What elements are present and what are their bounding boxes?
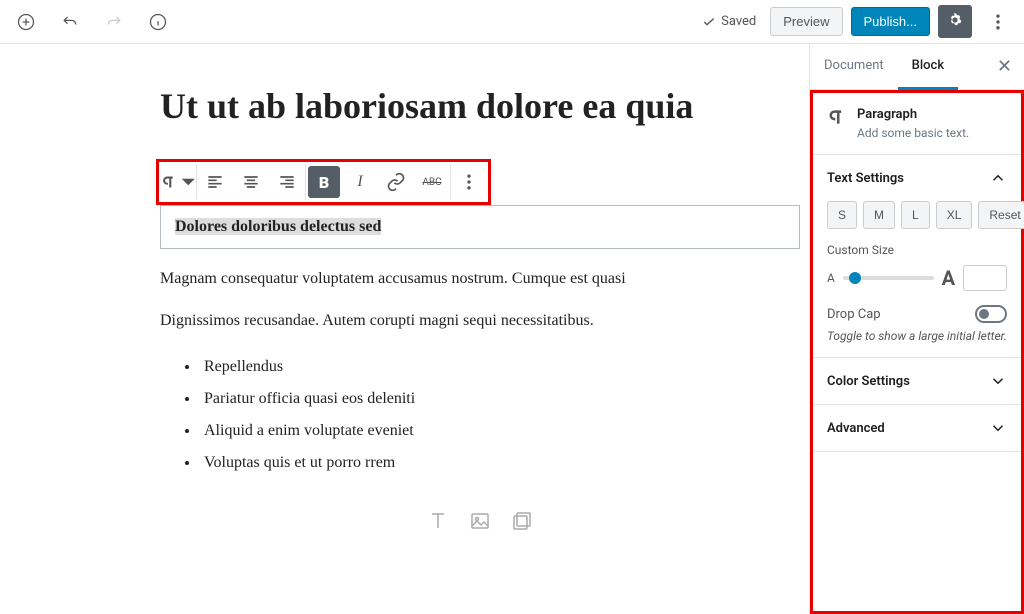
toggle-knob [979,309,989,319]
undo-button[interactable] [52,4,88,40]
tab-document[interactable]: Document [810,44,898,90]
paragraph-block[interactable]: Magnam consequatur voluptatem accusamus … [160,267,800,291]
font-size-presets: S M L XL Reset [827,201,1007,229]
align-right-button[interactable] [269,164,305,200]
insert-gallery-icon[interactable] [510,509,534,533]
color-settings-section: Color Settings [813,358,1021,405]
block-more-button[interactable] [450,164,486,200]
paragraph-icon [827,107,847,127]
block-panel-header: Paragraph Add some basic text. [813,93,1021,155]
sidebar-tabs: Document Block ✕ [810,44,1024,90]
block-toolbar: B I ABC [161,164,486,200]
close-sidebar-button[interactable]: ✕ [991,56,1018,77]
big-a-label: A [942,266,955,290]
selected-paragraph-block[interactable]: Dolores doloribus delectus sed [160,205,800,249]
custom-size-label: Custom Size [827,243,1007,257]
redo-button[interactable] [96,4,132,40]
block-name: Paragraph [857,107,969,122]
link-button[interactable] [378,164,414,200]
inserter-row [160,509,800,533]
insert-image-icon[interactable] [468,509,492,533]
slider-thumb[interactable] [849,272,861,284]
align-center-button[interactable] [233,164,269,200]
info-button[interactable] [140,4,176,40]
add-block-button[interactable] [8,4,44,40]
custom-size-row: A A [827,265,1007,291]
chevron-up-icon [989,169,1007,187]
settings-sidebar: Document Block ✕ Paragraph Add some basi… [809,44,1024,614]
text-settings-title: Text Settings [827,171,904,186]
sidebar-highlight: Paragraph Add some basic text. Text Sett… [810,90,1024,614]
block-toolbar-highlight: B I ABC [156,159,491,205]
chevron-down-icon [989,372,1007,390]
size-xl-button[interactable]: XL [936,201,973,229]
strikethrough-button[interactable]: ABC [414,164,450,200]
topbar-right: Saved Preview Publish... [695,4,1016,40]
list-block[interactable]: Repellendus Pariatur officia quasi eos d… [200,351,800,479]
advanced-section: Advanced [813,405,1021,452]
dropcap-toggle[interactable] [975,305,1007,323]
advanced-title: Advanced [827,421,885,436]
size-s-button[interactable]: S [827,201,857,229]
publish-button[interactable]: Publish... [851,7,930,36]
color-settings-toggle[interactable]: Color Settings [813,358,1021,404]
color-settings-title: Color Settings [827,374,910,389]
topbar-left [8,4,176,40]
chevron-down-icon [989,419,1007,437]
selected-text: Dolores doloribus delectus sed [175,218,381,235]
font-size-input[interactable] [963,265,1007,291]
align-group [197,164,306,200]
align-left-button[interactable] [197,164,233,200]
dropcap-hint: Toggle to show a large initial letter. [827,329,1007,343]
topbar: Saved Preview Publish... [0,0,1024,44]
tab-block[interactable]: Block [898,44,958,90]
post-title[interactable]: Ut ut ab laboriosam dolore ea quia [160,84,800,129]
text-settings-section: Text Settings S M L XL Reset Custom Size… [813,155,1021,358]
text-settings-toggle[interactable]: Text Settings [813,155,1021,201]
saved-label: Saved [721,14,756,29]
paragraph-block[interactable]: Dignissimos recusandae. Autem corupti ma… [160,309,800,333]
bold-button[interactable]: B [308,166,340,198]
saved-status: Saved [695,14,762,30]
small-a-label: A [827,271,835,285]
insert-text-icon[interactable] [426,509,450,533]
size-m-button[interactable]: M [863,201,895,229]
editor-canvas[interactable]: Ut ut ab laboriosam dolore ea quia B I [0,44,809,614]
size-l-button[interactable]: L [901,201,930,229]
dropcap-label: Drop Cap [827,307,881,322]
dropcap-row: Drop Cap [827,305,1007,323]
font-size-slider[interactable] [843,276,934,280]
list-item[interactable]: Repellendus [200,351,800,383]
block-description: Add some basic text. [857,126,969,140]
list-item[interactable]: Aliquid a enim voluptate eveniet [200,415,800,447]
list-item[interactable]: Pariatur officia quasi eos deleniti [200,383,800,415]
size-reset-button[interactable]: Reset [978,201,1024,229]
advanced-toggle[interactable]: Advanced [813,405,1021,451]
settings-button[interactable] [938,5,972,38]
italic-button[interactable]: I [342,164,378,200]
more-menu-button[interactable] [980,4,1016,40]
block-type-button[interactable] [161,164,197,200]
preview-button[interactable]: Preview [770,7,842,36]
list-item[interactable]: Voluptas quis et ut porro rrem [200,447,800,479]
